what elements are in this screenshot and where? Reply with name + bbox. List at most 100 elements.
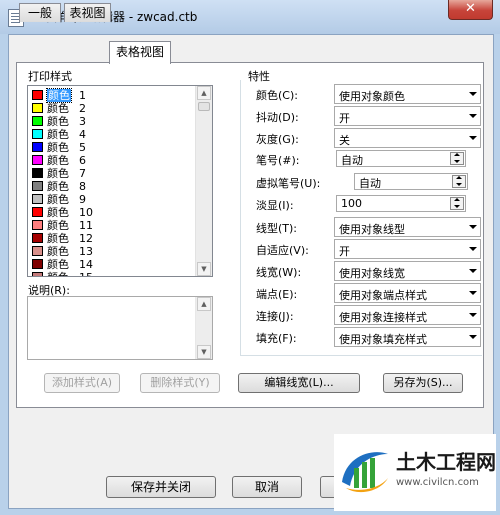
list-item[interactable]: 颜色 11 <box>28 219 196 232</box>
line-end-label: 端点(E): <box>256 288 298 301</box>
list-item[interactable]: 颜色 5 <box>28 141 196 154</box>
save-and-close-button[interactable]: 保存并关闭 <box>106 476 216 498</box>
pen-number-spinner[interactable]: 自动 <box>336 150 466 167</box>
list-item-name: 颜色 <box>47 180 69 193</box>
line-join-dropdown[interactable]: 使用对象连接样式 <box>334 305 481 325</box>
chevron-down-icon[interactable] <box>465 129 480 147</box>
chevron-down-icon[interactable] <box>465 240 480 258</box>
list-scrollbar[interactable]: ▲ ▼ <box>195 86 212 276</box>
tab-table-view[interactable]: 表视图 <box>64 3 111 22</box>
list-item[interactable]: 颜色 12 <box>28 232 196 245</box>
list-item-number: 7 <box>79 167 86 180</box>
scroll-down-arrow-icon[interactable]: ▼ <box>197 262 211 276</box>
color-swatch <box>32 272 43 276</box>
list-item[interactable]: 颜色 2 <box>28 102 196 115</box>
list-item-name: 颜色 <box>46 88 72 103</box>
scroll-up-arrow-icon[interactable]: ▲ <box>197 297 211 311</box>
list-item[interactable]: 颜色 10 <box>28 206 196 219</box>
close-button[interactable]: ✕ <box>448 0 493 20</box>
linetype-dropdown[interactable]: 使用对象线型 <box>334 217 481 237</box>
civilcn-logo-icon <box>342 452 388 493</box>
tab-general[interactable]: 一般 <box>19 3 61 22</box>
cancel-button[interactable]: 取消 <box>232 476 302 498</box>
list-item-number: 2 <box>79 102 86 115</box>
list-item-number: 5 <box>79 141 86 154</box>
list-item-number: 12 <box>79 232 93 245</box>
color-swatch <box>32 259 43 269</box>
list-item-number: 15 <box>79 271 93 276</box>
list-item-name: 颜色 <box>47 128 69 141</box>
spinner-arrows-icon[interactable] <box>450 152 464 165</box>
chevron-down-icon[interactable] <box>465 306 480 324</box>
screening-spinner[interactable]: 100 <box>336 195 466 212</box>
spinner-arrows-icon[interactable] <box>452 175 466 188</box>
list-item-name: 颜色 <box>47 193 69 206</box>
list-item[interactable]: 颜色 8 <box>28 180 196 193</box>
print-styles-label: 打印样式 <box>28 70 72 83</box>
tab-form-view[interactable]: 表格视图 <box>109 41 171 64</box>
chevron-down-icon[interactable] <box>465 85 480 103</box>
chevron-down-icon[interactable] <box>465 262 480 280</box>
line-end-dropdown[interactable]: 使用对象端点样式 <box>334 283 481 303</box>
fill-dropdown[interactable]: 使用对象填充样式 <box>334 327 481 347</box>
delete-style-button[interactable]: 删除样式(Y) <box>140 373 220 393</box>
fill-label: 填充(F): <box>256 332 297 345</box>
list-item[interactable]: 颜色 6 <box>28 154 196 167</box>
virtual-pen-value: 自动 <box>359 177 381 190</box>
line-join-label: 连接(J): <box>256 310 294 323</box>
linetype-label: 线型(T): <box>256 222 298 235</box>
list-item-name: 颜色 <box>47 154 69 167</box>
linetype-value: 使用对象线型 <box>339 223 405 236</box>
color-swatch <box>32 194 43 204</box>
scroll-thumb[interactable] <box>198 102 210 111</box>
chevron-down-icon[interactable] <box>465 328 480 346</box>
description-textarea[interactable]: ▲ ▼ <box>27 296 213 360</box>
list-item-name: 颜色 <box>47 219 69 232</box>
scroll-down-arrow-icon[interactable]: ▼ <box>197 345 211 359</box>
list-item-number: 10 <box>79 206 93 219</box>
list-item[interactable]: 颜色 7 <box>28 167 196 180</box>
list-item-name: 颜色 <box>47 115 69 128</box>
properties-label: 特性 <box>248 70 270 83</box>
list-item-number: 11 <box>79 219 93 232</box>
color-swatch <box>32 90 43 100</box>
chevron-down-icon[interactable] <box>465 107 480 125</box>
properties-group-border-bottom <box>240 355 482 356</box>
save-as-button[interactable]: 另存为(S)... <box>383 373 463 393</box>
lineweight-dropdown[interactable]: 使用对象线宽 <box>334 261 481 281</box>
dither-label: 抖动(D): <box>256 111 299 124</box>
list-item[interactable]: 颜色 4 <box>28 128 196 141</box>
chevron-down-icon[interactable] <box>465 218 480 236</box>
print-styles-list[interactable]: 颜色 1 颜色 2 颜色 3 颜色 4 颜色 5 颜色 6 颜色 7 颜色 8 颜色 9 颜色 10 颜色 11 颜色 12 颜… <box>27 85 213 277</box>
site-watermark: 土木工程网 www.civilcn.com <box>334 434 496 511</box>
virtual-pen-spinner[interactable]: 自动 <box>354 173 468 190</box>
list-item[interactable]: 颜色 13 <box>28 245 196 258</box>
color-swatch <box>32 233 43 243</box>
list-item[interactable]: 颜色 14 <box>28 258 196 271</box>
color-swatch <box>32 181 43 191</box>
scroll-up-arrow-icon[interactable]: ▲ <box>197 86 211 100</box>
edit-lineweights-button[interactable]: 编辑线宽(L)... <box>238 373 360 393</box>
watermark-title: 土木工程网 <box>396 450 496 474</box>
adaptive-dropdown[interactable]: 开 <box>334 239 481 259</box>
spinner-arrows-icon[interactable] <box>450 197 464 210</box>
properties-group-border <box>240 80 241 355</box>
pen-number-label: 笔号(#): <box>256 154 300 167</box>
chevron-down-icon[interactable] <box>465 284 480 302</box>
line-join-value: 使用对象连接样式 <box>339 311 427 324</box>
list-item[interactable]: 颜色 1 <box>28 88 196 103</box>
list-item[interactable]: 颜色 15 <box>28 271 196 276</box>
list-item-number: 4 <box>79 128 86 141</box>
pen-number-value: 自动 <box>341 154 363 167</box>
description-scrollbar[interactable]: ▲ ▼ <box>195 297 212 359</box>
dither-value: 开 <box>339 112 350 125</box>
grayscale-dropdown[interactable]: 关 <box>334 128 481 148</box>
list-item[interactable]: 颜色 3 <box>28 115 196 128</box>
add-style-button[interactable]: 添加样式(A) <box>44 373 120 393</box>
list-item-number: 14 <box>79 258 93 271</box>
color-dropdown[interactable]: 使用对象颜色 <box>334 84 481 104</box>
list-item[interactable]: 颜色 9 <box>28 193 196 206</box>
dither-dropdown[interactable]: 开 <box>334 106 481 126</box>
color-swatch <box>32 103 43 113</box>
lineweight-value: 使用对象线宽 <box>339 267 405 280</box>
